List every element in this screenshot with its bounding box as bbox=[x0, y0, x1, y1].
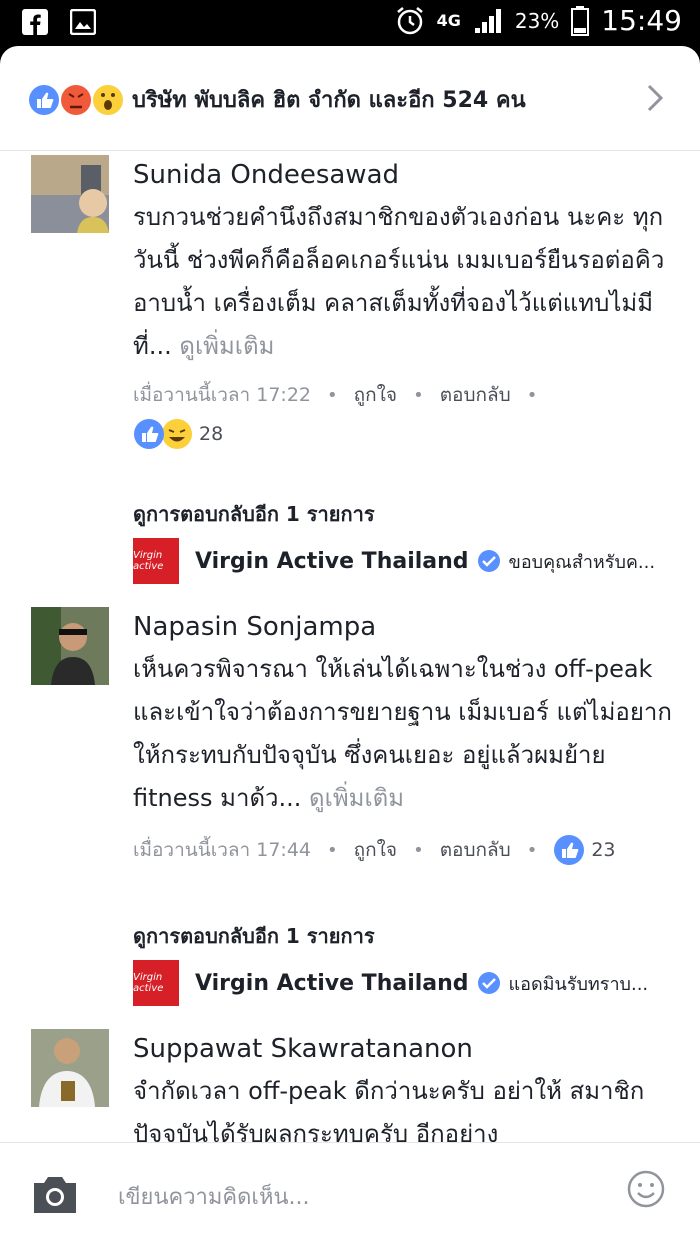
reply-button[interactable]: ตอบกลับ bbox=[440, 835, 511, 865]
comment-reactions[interactable]: 28 bbox=[133, 418, 678, 450]
comment-author[interactable]: Suppawat Skawratananon bbox=[133, 1034, 678, 1064]
comment-reactions[interactable]: 23 bbox=[553, 834, 616, 866]
reaction-icons bbox=[29, 85, 123, 115]
comment-text: เห็นควรพิจารณา ให้เล่นได้เฉพาะในช่วง off… bbox=[133, 648, 678, 820]
comment-meta: เมื่อวานนี้เวลา 17:22 • ถูกใจ • ตอบกลับ … bbox=[133, 380, 678, 410]
angry-reaction-icon bbox=[61, 85, 91, 115]
reply-author[interactable]: Virgin Active Thailand bbox=[195, 971, 469, 996]
battery-percent: 23% bbox=[514, 8, 560, 33]
comments-sheet: บริษัท พับบลิค ฮิต จำกัด และอีก 524 คน S… bbox=[0, 46, 700, 1244]
status-bar: 4G 23% 15:49 bbox=[0, 0, 700, 46]
reply-author[interactable]: Virgin Active Thailand bbox=[195, 549, 469, 574]
reply-preview[interactable]: Virgin active Virgin Active Thailand แอด… bbox=[133, 960, 648, 1006]
see-more-link[interactable]: ดูเพิ่มเติม bbox=[309, 784, 404, 812]
gallery-notification-icon bbox=[70, 9, 96, 35]
avatar[interactable] bbox=[31, 155, 109, 233]
comment-composer: เขียนความคิดเห็น... bbox=[0, 1142, 700, 1244]
signal-icon bbox=[474, 8, 501, 33]
verified-badge-icon bbox=[477, 550, 500, 572]
like-button[interactable]: ถูกใจ bbox=[354, 835, 397, 865]
reactions-summary: บริษัท พับบลิค ฮิต จำกัด และอีก 524 คน bbox=[132, 88, 526, 113]
verified-badge-icon bbox=[477, 972, 500, 994]
reaction-count: 23 bbox=[591, 839, 616, 861]
clock: 15:49 bbox=[601, 4, 682, 37]
comment-author[interactable]: Napasin Sonjampa bbox=[133, 612, 678, 642]
wow-reaction-icon bbox=[93, 85, 123, 115]
comment-input[interactable]: เขียนความคิดเห็น... bbox=[118, 1179, 309, 1214]
reactions-header[interactable]: บริษัท พับบลิค ฮิต จำกัด และอีก 524 คน bbox=[0, 46, 700, 151]
chevron-right-icon[interactable] bbox=[646, 83, 664, 113]
view-more-replies-link[interactable]: ดูการตอบกลับอีก 1 รายการ bbox=[133, 498, 375, 530]
like-reaction-icon bbox=[134, 419, 192, 449]
facebook-notification-icon bbox=[22, 9, 48, 35]
sticker-icon[interactable] bbox=[626, 1169, 666, 1209]
reply-text: แอดมินรับทราบ... bbox=[508, 973, 649, 995]
like-reaction-icon bbox=[29, 85, 59, 115]
comment-time: เมื่อวานนี้เวลา 17:44 bbox=[133, 839, 312, 861]
virgin-active-logo: Virgin active bbox=[133, 960, 179, 1006]
comment-meta: เมื่อวานนี้เวลา 17:44 • ถูกใจ • ตอบกลับ … bbox=[133, 834, 678, 866]
comment-time: เมื่อวานนี้เวลา 17:22 bbox=[133, 384, 312, 406]
avatar[interactable] bbox=[31, 607, 109, 685]
comment-text: รบกวนช่วยคำนึงถึงสมาชิกของตัวเองก่อน นะค… bbox=[133, 196, 678, 368]
like-reaction-icon bbox=[554, 835, 585, 865]
like-button[interactable]: ถูกใจ bbox=[354, 380, 397, 410]
view-more-replies-link[interactable]: ดูการตอบกลับอีก 1 รายการ bbox=[133, 920, 375, 952]
virgin-active-logo: Virgin active bbox=[133, 538, 179, 584]
network-type: 4G bbox=[436, 11, 461, 30]
avatar[interactable] bbox=[31, 1029, 109, 1107]
comment-author[interactable]: Sunida Ondeesawad bbox=[133, 160, 678, 190]
alarm-icon bbox=[396, 6, 423, 34]
reply-preview[interactable]: Virgin active Virgin Active Thailand ขอบ… bbox=[133, 538, 655, 584]
reply-text: ขอบคุณสำหรับค... bbox=[508, 551, 656, 573]
camera-icon[interactable] bbox=[30, 1175, 80, 1215]
reaction-count: 28 bbox=[199, 423, 224, 445]
battery-icon bbox=[571, 5, 590, 36]
reply-button[interactable]: ตอบกลับ bbox=[440, 380, 511, 410]
comment-body: จำกัดเวลา off-peak ดีกว่านะครับ อย่าให้ … bbox=[133, 1077, 645, 1148]
see-more-link[interactable]: ดูเพิ่มเติม bbox=[179, 332, 274, 360]
